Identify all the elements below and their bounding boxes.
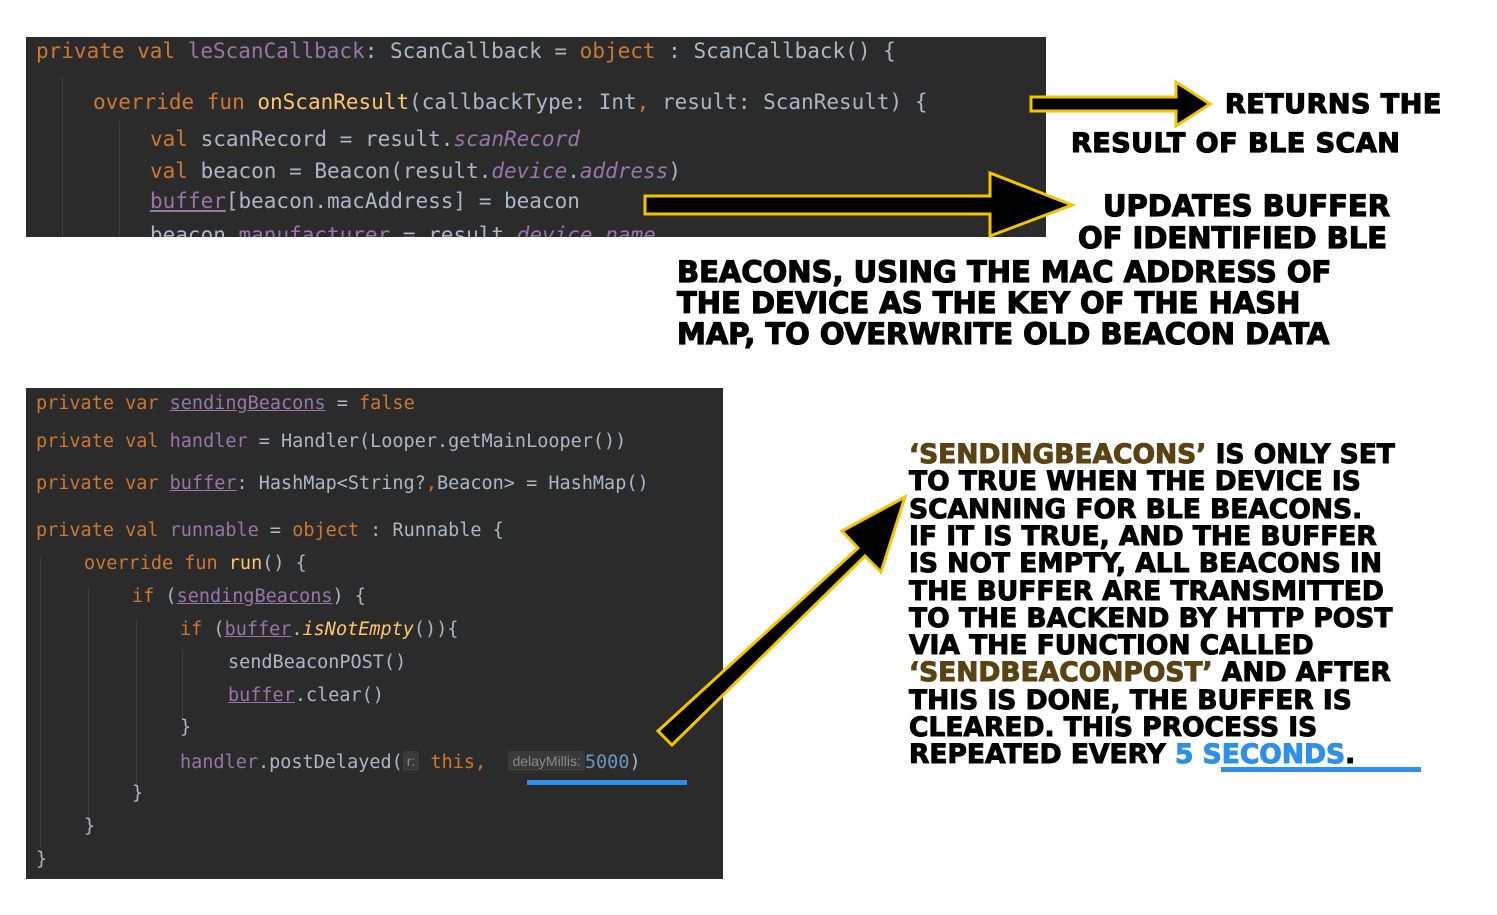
note-text: 5 SECONDS: [1174, 739, 1346, 771]
arrow-right-icon: [643, 170, 1077, 239]
process-note-line: TO THE BACKEND BY HTTP POST: [908, 604, 1392, 632]
scan-result-note-line: RETURNS THE: [1224, 88, 1442, 120]
scan-result-note-line: RESULT OF BLE SCAN: [1070, 127, 1401, 159]
five-seconds-underline: [1221, 767, 1421, 772]
process-note-line: REPEATED EVERY 5 SECONDS.: [909, 739, 1356, 771]
buffer-note-line: THE DEVICE AS THE KEY OF THE HASH: [676, 286, 1301, 320]
arrow-right-icon: [1029, 79, 1213, 129]
process-note-line: IF IT IS TRUE, AND THE BUFFER: [909, 522, 1378, 550]
note-text: REPEATED EVERY: [909, 739, 1175, 771]
process-note-line: CLEARED. THIS PROCESS IS: [908, 714, 1317, 742]
arrow-up-right-icon: [655, 493, 908, 748]
process-note-line: ‘SENDINGBEACONS’ IS ONLY SET: [908, 441, 1395, 469]
buffer-note-line: OF IDENTIFIED BLE: [1077, 221, 1388, 255]
process-note-line: VIA THE FUNCTION CALLED: [909, 632, 1315, 660]
process-note-line: TO TRUE WHEN THE DEVICE IS: [909, 468, 1362, 496]
buffer-note-line: MAP, TO OVERWRITE OLD BEACON DATA: [676, 317, 1330, 351]
process-note-line: IS NOT EMPTY, ALL BEACONS IN: [908, 550, 1382, 578]
process-note-line: ‘SENDBEACONPOST’ AND AFTER: [909, 659, 1392, 687]
buffer-note-line: BEACONS, USING THE MAC ADDRESS OF: [676, 255, 1332, 289]
note-text: .: [1345, 739, 1356, 771]
process-note-line: THIS IS DONE, THE BUFFER IS: [909, 686, 1353, 714]
process-note-line: THE BUFFER ARE TRANSMITTED: [909, 577, 1385, 605]
process-note-line: SCANNING FOR BLE BEACONS.: [908, 495, 1362, 523]
buffer-note-line: UPDATES BUFFER: [1102, 189, 1391, 223]
